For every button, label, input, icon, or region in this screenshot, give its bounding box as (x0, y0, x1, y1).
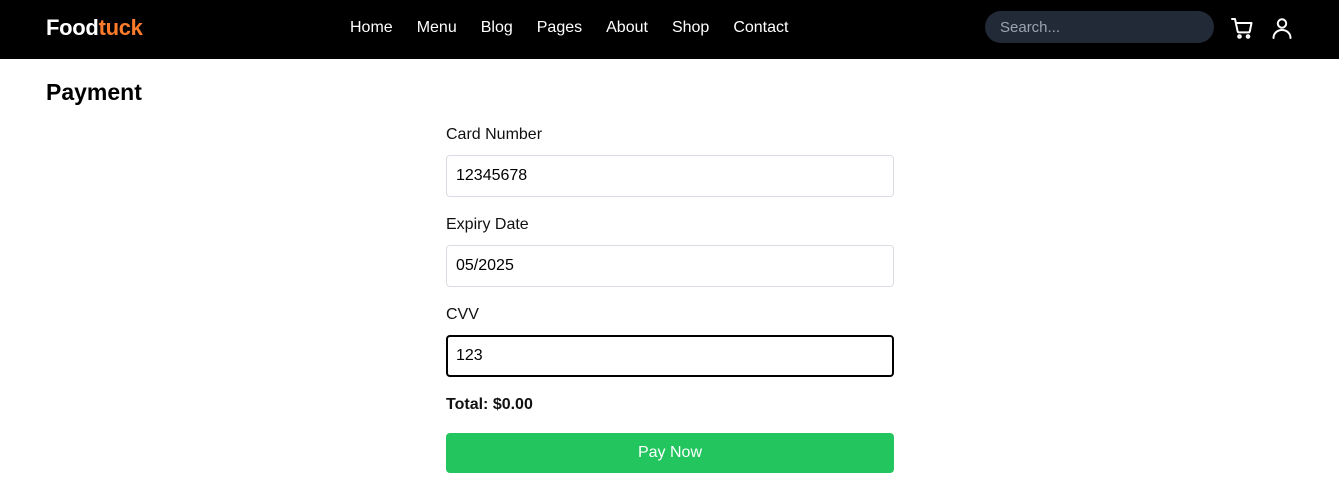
search-input[interactable] (985, 11, 1214, 43)
pay-now-button[interactable]: Pay Now (446, 433, 894, 473)
account-button[interactable] (1269, 15, 1295, 41)
logo-text-accent: tuck (98, 15, 143, 40)
cvv-label: CVV (446, 306, 479, 323)
nav-link-pages[interactable]: Pages (537, 18, 582, 38)
top-navbar: Foodtuck Home Menu Blog Pages About Shop… (0, 0, 1339, 59)
shopping-cart-icon (1231, 18, 1253, 39)
card-number-field[interactable] (446, 155, 894, 197)
nav-link-contact[interactable]: Contact (733, 18, 788, 38)
user-icon (1272, 18, 1292, 39)
total-label: Total: (446, 396, 489, 413)
cvv-field[interactable] (446, 335, 894, 377)
cart-button[interactable] (1229, 15, 1255, 41)
expiry-date-field[interactable] (446, 245, 894, 287)
nav-link-home[interactable]: Home (350, 18, 393, 38)
payment-form: Card Number Expiry Date CVV Total: $0.00… (446, 125, 894, 473)
nav-link-menu[interactable]: Menu (417, 18, 457, 38)
nav-link-about[interactable]: About (606, 18, 648, 38)
order-total: Total: $0.00 (446, 395, 894, 415)
site-logo[interactable]: Foodtuck (46, 15, 143, 41)
nav-link-blog[interactable]: Blog (481, 18, 513, 38)
main-nav: Home Menu Blog Pages About Shop Contact (350, 18, 812, 38)
nav-link-shop[interactable]: Shop (672, 18, 709, 38)
total-amount: $0.00 (492, 396, 533, 413)
card-number-label: Card Number (446, 126, 543, 143)
page-title: Payment (46, 79, 142, 105)
expiry-date-label: Expiry Date (446, 216, 529, 233)
logo-text-primary: Food (46, 15, 99, 40)
